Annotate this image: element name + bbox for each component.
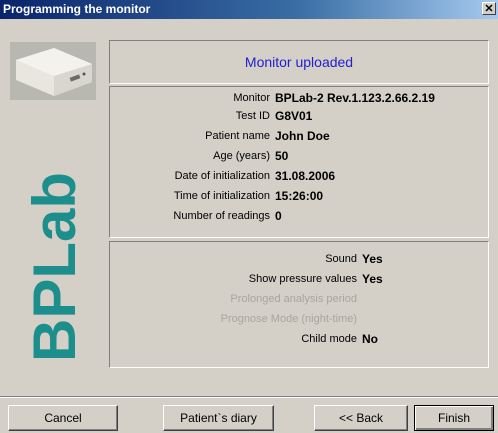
info-row-readings: Number of readings 0 — [110, 209, 490, 224]
setting-row-sound: Sound Yes — [110, 252, 490, 267]
info-value: 0 — [275, 209, 282, 223]
setting-label-disabled: Prolonged analysis period — [230, 293, 357, 305]
info-label: Time of initialization — [173, 190, 270, 202]
close-icon[interactable]: ✕ — [482, 2, 496, 15]
setting-value: Yes — [362, 252, 383, 266]
footer-divider — [0, 396, 498, 398]
info-value: John Doe — [275, 129, 330, 143]
info-value: 31.08.2006 — [275, 169, 336, 183]
brand-logo: BPLab — [21, 171, 88, 363]
setting-value: No — [362, 332, 378, 346]
info-label: Number of readings — [173, 210, 270, 222]
setting-label: Child mode — [301, 333, 357, 345]
window-titlebar: Programming the monitor ✕ — [0, 0, 498, 19]
setting-row-prognose: Prognose Mode (night-time) — [110, 312, 490, 327]
info-value: G8V01 — [275, 109, 313, 123]
info-value: BPLab-2 Rev.1.123.2.66.2.19 — [275, 91, 435, 105]
info-row-patient-name: Patient name John Doe — [110, 129, 490, 144]
bp-monitor-device-icon — [10, 42, 96, 100]
info-label: Patient name — [205, 130, 270, 142]
status-text: Monitor uploaded — [244, 54, 354, 70]
monitor-settings-panel: Sound Yes Show pressure values Yes Prolo… — [109, 241, 489, 368]
info-label: Age (years) — [213, 150, 270, 162]
patients-diary-button[interactable]: Patient`s diary — [163, 405, 274, 431]
window-title: Programming the monitor — [3, 2, 151, 16]
setting-value: Yes — [362, 272, 383, 286]
info-row-monitor: Monitor BPLab-2 Rev.1.123.2.66.2.19 — [110, 91, 490, 106]
info-label: Test ID — [235, 110, 270, 122]
setting-row-show-pressure: Show pressure values Yes — [110, 272, 490, 287]
setting-label: Show pressure values — [248, 273, 357, 285]
setting-label: Sound — [325, 253, 357, 265]
finish-button[interactable]: Finish — [414, 405, 494, 431]
brand-logo-area: BPLab — [0, 142, 110, 362]
info-value: 50 — [275, 149, 289, 163]
info-row-test-id: Test ID G8V01 — [110, 109, 490, 124]
cancel-button[interactable]: Cancel — [8, 405, 118, 431]
setting-label-disabled: Prognose Mode (night-time) — [220, 313, 357, 325]
info-label: Date of initialization — [174, 170, 270, 182]
info-row-age: Age (years) 50 — [110, 149, 490, 164]
setting-row-prolonged: Prolonged analysis period — [110, 292, 490, 307]
info-row-init-date: Date of initialization 31.08.2006 — [110, 169, 490, 184]
info-row-init-time: Time of initialization 15:26:00 — [110, 189, 490, 204]
info-value: 15:26:00 — [275, 189, 324, 203]
info-label: Monitor — [233, 92, 270, 104]
status-panel: Monitor uploaded — [109, 40, 489, 84]
back-button[interactable]: << Back — [314, 405, 408, 431]
monitor-info-panel: Monitor BPLab-2 Rev.1.123.2.66.2.19 Test… — [109, 86, 489, 238]
setting-row-child-mode: Child mode No — [110, 332, 490, 347]
